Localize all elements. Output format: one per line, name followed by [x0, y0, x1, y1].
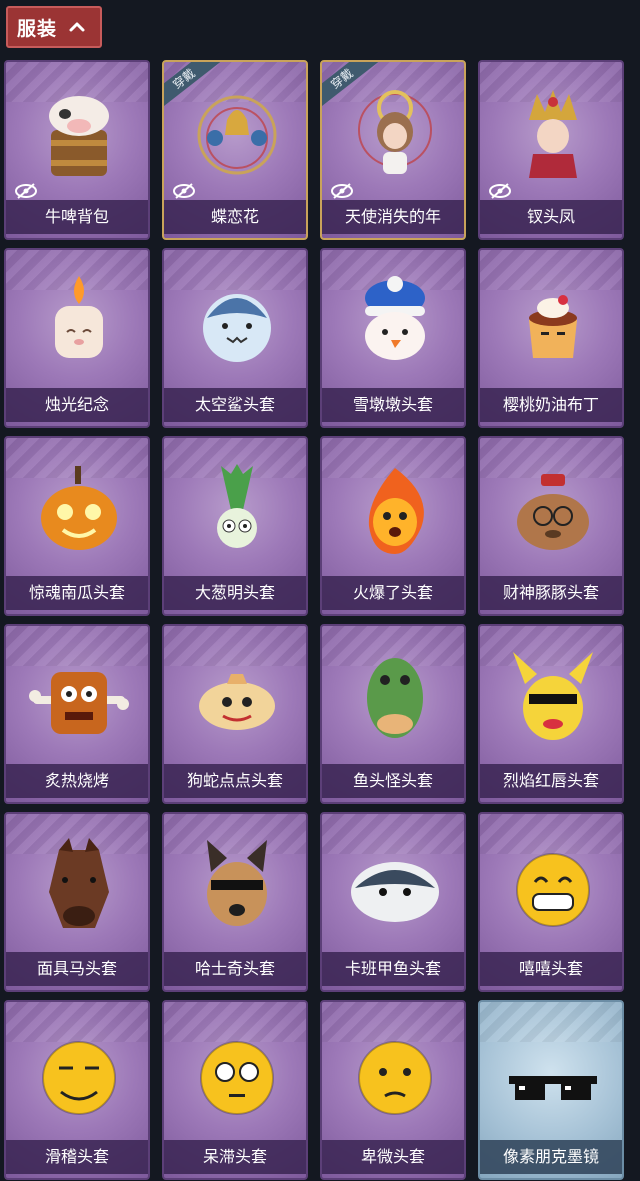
item-name: 嘻嘻头套	[480, 952, 622, 986]
item-card[interactable]: 钗头凤	[478, 60, 624, 240]
top-bar: 服装	[0, 0, 640, 56]
grin-emoji-head-icon	[516, 853, 590, 927]
item-name: 雪墩墩头套	[322, 388, 464, 422]
scallion-head-icon	[217, 464, 257, 548]
item-name: 哈士奇头套	[164, 952, 306, 986]
eye-hidden-icon[interactable]	[330, 182, 354, 200]
candle-icon	[55, 276, 103, 358]
item-card[interactable]: 烛光纪念	[4, 248, 150, 428]
item-card[interactable]: 滑稽头套	[4, 1000, 150, 1180]
fire-head-icon	[368, 468, 424, 554]
item-name: 蝶恋花	[164, 200, 306, 234]
item-name: 财神豚豚头套	[480, 576, 622, 610]
item-card[interactable]: 牛啤背包	[4, 60, 150, 240]
cow-beer-backpack-icon	[49, 96, 109, 176]
item-name: 面具马头套	[6, 952, 148, 986]
eye-hidden-icon[interactable]	[172, 182, 196, 200]
item-card[interactable]: 大葱明头套	[162, 436, 308, 616]
item-name: 太空鲨头套	[164, 388, 306, 422]
item-name: 像素朋克墨镜	[480, 1140, 622, 1174]
item-name: 天使消失的年	[322, 200, 464, 234]
eye-hidden-icon[interactable]	[14, 182, 38, 200]
horse-head-icon	[49, 838, 109, 928]
item-card[interactable]: 呆滞头套	[162, 1000, 308, 1180]
bbq-meat-icon	[29, 672, 129, 734]
item-name: 鱼头怪头套	[322, 764, 464, 798]
phoenix-crown-doll-icon	[529, 90, 577, 178]
snowman-head-icon	[365, 276, 425, 360]
item-name: 樱桃奶油布丁	[480, 388, 622, 422]
shark-head-icon	[203, 294, 271, 362]
item-card[interactable]: 财神豚豚头套	[478, 436, 624, 616]
item-card[interactable]: 像素朋克墨镜	[478, 1000, 624, 1180]
item-card[interactable]: 蝶恋花 穿戴	[162, 60, 308, 240]
item-name: 卡班甲鱼头套	[322, 952, 464, 986]
item-card[interactable]: 火爆了头套	[320, 436, 466, 616]
capybara-head-icon	[517, 474, 589, 550]
item-name: 滑稽头套	[6, 1140, 148, 1174]
item-name: 火爆了头套	[322, 576, 464, 610]
fish-head-icon	[367, 658, 423, 738]
item-card[interactable]: 卑微头套	[320, 1000, 466, 1180]
item-card[interactable]: 雪墩墩头套	[320, 248, 466, 428]
pleading-emoji-head-icon	[358, 1041, 432, 1115]
item-card[interactable]: 天使消失的年 穿戴	[320, 60, 466, 240]
item-name: 大葱明头套	[164, 576, 306, 610]
item-name: 卑微头套	[322, 1140, 464, 1174]
snake-head-icon	[199, 674, 275, 730]
pikachu-head-icon	[513, 652, 593, 740]
item-name: 炙热烧烤	[6, 764, 148, 798]
item-name: 钗头凤	[480, 200, 622, 234]
item-card[interactable]: 卡班甲鱼头套	[320, 812, 466, 992]
item-name: 烈焰红唇头套	[480, 764, 622, 798]
item-name: 惊魂南瓜头套	[6, 576, 148, 610]
item-card[interactable]: 樱桃奶油布丁	[478, 248, 624, 428]
butterfly-bell-wreath-icon	[197, 95, 277, 175]
costume-tab[interactable]: 服装	[6, 6, 102, 48]
item-card[interactable]: 嘻嘻头套	[478, 812, 624, 992]
item-card[interactable]: 狗蛇点点头套	[162, 624, 308, 804]
smirk-emoji-head-icon	[42, 1041, 116, 1115]
item-card[interactable]: 面具马头套	[4, 812, 150, 992]
turtle-head-icon	[351, 862, 439, 922]
pixel-sunglasses-icon	[509, 1076, 597, 1100]
costume-tab-label: 服装	[17, 17, 58, 40]
item-card[interactable]: 鱼头怪头套	[320, 624, 466, 804]
stare-emoji-head-icon	[200, 1041, 274, 1115]
item-name: 烛光纪念	[6, 388, 148, 422]
item-card[interactable]: 炙热烧烤	[4, 624, 150, 804]
chevron-up-icon	[69, 22, 85, 32]
item-name: 牛啤背包	[6, 200, 148, 234]
item-card[interactable]: 烈焰红唇头套	[478, 624, 624, 804]
item-name: 狗蛇点点头套	[164, 764, 306, 798]
eye-hidden-icon[interactable]	[488, 182, 512, 200]
item-card[interactable]: 惊魂南瓜头套	[4, 436, 150, 616]
item-name: 呆滞头套	[164, 1140, 306, 1174]
pudding-icon	[529, 295, 577, 358]
pumpkin-head-icon	[41, 466, 117, 550]
item-card[interactable]: 哈士奇头套	[162, 812, 308, 992]
item-card[interactable]: 太空鲨头套	[162, 248, 308, 428]
husky-head-icon	[207, 840, 267, 926]
angel-doll-icon	[358, 90, 432, 174]
